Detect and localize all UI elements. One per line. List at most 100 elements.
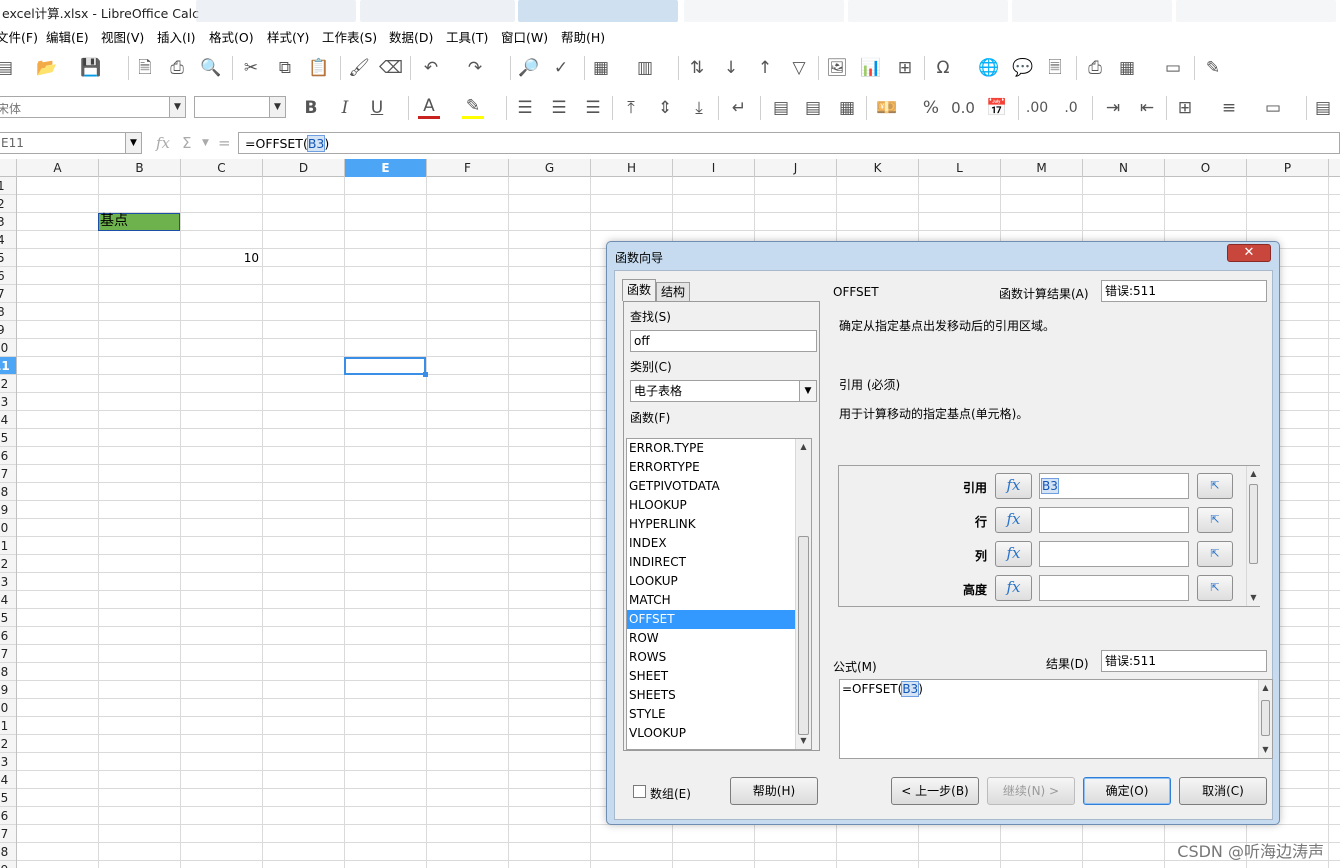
next-button[interactable]: 继续(N) > [987,777,1075,805]
search-input[interactable]: off [630,330,817,352]
column-icon[interactable]: ▥ [634,57,656,79]
column-header-n[interactable]: N [1083,159,1165,177]
arg-input-cols[interactable] [1039,541,1189,567]
function-list-item[interactable]: GETPIVOTDATA [627,477,795,496]
merge-center-icon[interactable]: ▤ [802,97,824,119]
align-center-icon[interactable]: ☰ [548,97,570,119]
paste-icon[interactable]: 📋 [308,57,330,79]
arg-input-rows[interactable] [1039,507,1189,533]
column-header-a[interactable]: A [17,159,99,177]
row-header-9[interactable]: 9 [0,321,16,339]
row-header-1[interactable]: 1 [0,177,16,195]
row-header-10[interactable]: 10 [0,339,16,357]
decrease-indent-icon[interactable]: ⇤ [1136,97,1158,119]
row-header-13[interactable]: 13 [0,393,16,411]
column-header-b[interactable]: B [99,159,181,177]
scrollbar-thumb[interactable] [1261,700,1270,736]
fill-handle[interactable] [423,372,428,377]
new-icon[interactable]: ▤ [0,57,16,79]
column-header-h[interactable]: H [591,159,673,177]
align-bottom-icon[interactable]: ⤓ [688,97,710,119]
row-header-4[interactable]: 4 [0,231,16,249]
font-name-combo[interactable]: 宋体 ▼ [0,96,186,118]
sort-ascending-icon[interactable]: ↓ [720,57,742,79]
row-header-35[interactable]: 35 [0,789,16,807]
highlight-icon[interactable]: ✎ [462,97,484,119]
array-checkbox[interactable] [633,785,646,798]
row-header-3[interactable]: 3 [0,213,16,231]
taskbar-tab[interactable] [1012,0,1172,22]
sort-descending-icon[interactable]: ↑ [754,57,776,79]
row-header-24[interactable]: 24 [0,591,16,609]
column-header-c[interactable]: C [181,159,263,177]
menu-format[interactable]: 格式(O) [209,27,254,46]
row-header-33[interactable]: 33 [0,753,16,771]
pivot-table-icon[interactable]: ⊞ [894,57,916,79]
menu-insert[interactable]: 插入(I) [157,27,195,46]
row-header-37[interactable]: 37 [0,825,16,843]
row-header-28[interactable]: 28 [0,663,16,681]
help-button[interactable]: 帮助(H) [730,777,818,805]
row-header-21[interactable]: 21 [0,537,16,555]
number-format-icon[interactable]: 0.0 [951,97,975,119]
font-size-combo[interactable]: ▼ [194,96,286,118]
function-list-item[interactable]: ERRORTYPE [627,458,795,477]
column-header-l[interactable]: L [919,159,1001,177]
function-list-item[interactable]: LOOKUP [627,572,795,591]
align-middle-icon[interactable]: ⇕ [654,97,676,119]
shrink-icon[interactable]: ⇱ [1197,473,1233,499]
scroll-down-icon[interactable]: ▼ [1259,742,1272,758]
cancel-button[interactable]: 取消(C) [1179,777,1267,805]
row-header-5[interactable]: 5 [0,249,16,267]
italic-icon[interactable]: I [334,97,356,119]
menu-styles[interactable]: 样式(Y) [267,27,309,46]
arguments-scrollbar[interactable]: ▲ ▼ [1246,466,1260,606]
row-header-17[interactable]: 17 [0,465,16,483]
menu-window[interactable]: 窗口(W) [501,27,548,46]
row-header-23[interactable]: 23 [0,573,16,591]
select-all-corner[interactable] [0,159,17,177]
align-right-icon[interactable]: ☰ [582,97,604,119]
menu-help[interactable]: 帮助(H) [561,27,605,46]
row-header-34[interactable]: 34 [0,771,16,789]
hyperlink-icon[interactable]: 🌐 [978,57,1000,79]
undo-icon[interactable]: ↶ [420,57,442,79]
row-icon[interactable]: ▦ [590,57,612,79]
add-decimal-icon[interactable]: .00 [1026,97,1048,119]
formula-icon[interactable]: = [218,134,231,152]
autofilter-icon[interactable]: ▽ [788,57,810,79]
menu-tools[interactable]: 工具(T) [446,27,488,46]
row-header-36[interactable]: 36 [0,807,16,825]
taskbar-tab[interactable] [1176,0,1336,22]
special-character-icon[interactable]: Ω [932,57,954,79]
spelling-icon[interactable]: ✓ [550,57,572,79]
align-left-icon[interactable]: ☰ [514,97,536,119]
find-replace-icon[interactable]: 🔎 [518,57,540,79]
arg-input-reference[interactable]: B3 [1039,473,1189,499]
column-header-o[interactable]: O [1165,159,1247,177]
function-list-item[interactable]: VLOOKUP [627,724,795,743]
function-list-item[interactable]: SHEET [627,667,795,686]
menu-edit[interactable]: 编辑(E) [46,27,89,46]
menu-view[interactable]: 视图(V) [101,27,144,46]
row-header-2[interactable]: 2 [0,195,16,213]
row-header-27[interactable]: 27 [0,645,16,663]
column-header-f[interactable]: F [427,159,509,177]
chevron-down-icon[interactable]: ▼ [169,97,185,117]
column-header-p[interactable]: P [1247,159,1329,177]
scrollbar-thumb[interactable] [1249,484,1258,564]
function-list-item[interactable]: ERROR.TYPE [627,439,795,458]
function-list-scrollbar[interactable]: ▲ ▼ [795,439,811,749]
export-pdf-icon[interactable]: 🗎 [134,57,156,79]
fx-button[interactable]: fx [995,575,1032,601]
row-header-15[interactable]: 15 [0,429,16,447]
function-list-item[interactable]: HYPERLINK [627,515,795,534]
row-header-30[interactable]: 30 [0,699,16,717]
tab-structure[interactable]: 结构 [656,282,690,301]
borders-icon[interactable]: ⊞ [1174,97,1196,119]
fx-button[interactable]: fx [995,507,1032,533]
scrollbar-thumb[interactable] [798,536,809,735]
comment-icon[interactable]: 💬 [1012,57,1034,79]
formula-input[interactable]: =OFFSET(B3) [238,132,1340,154]
chevron-down-icon[interactable]: ▼ [125,133,141,153]
